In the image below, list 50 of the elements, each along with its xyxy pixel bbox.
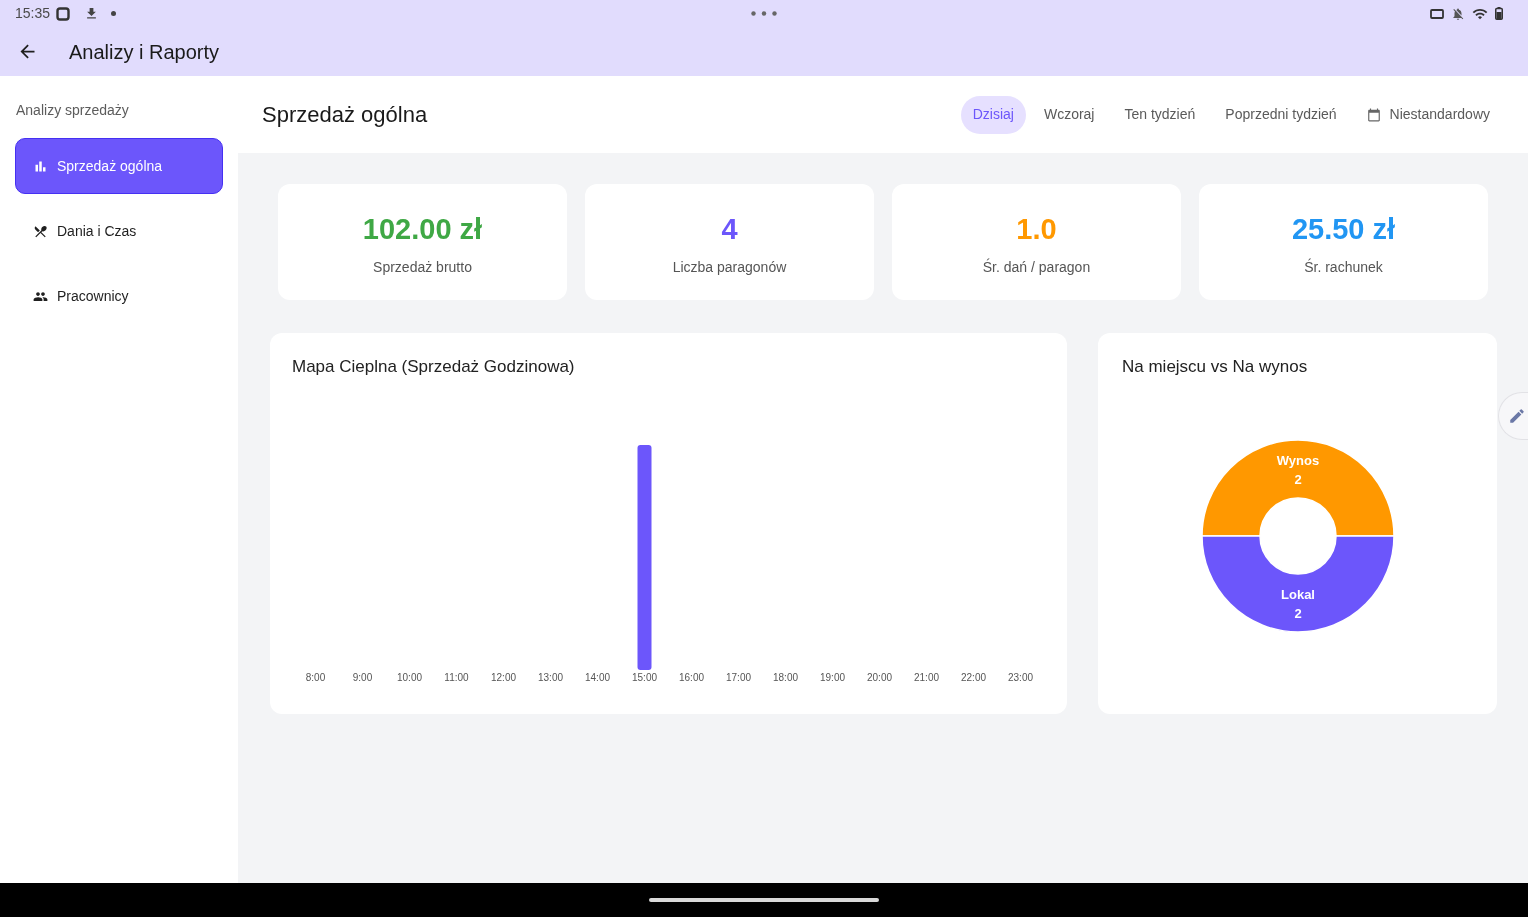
- axis-label: 16:00: [679, 672, 704, 684]
- chart-title: Na miejscu vs Na wynos: [1122, 356, 1309, 378]
- axis-label: 11:00: [444, 672, 469, 684]
- stat-label: Śr. dań / paragon: [982, 259, 1091, 276]
- axis-label: 18:00: [773, 672, 798, 684]
- stat-value: 102.00 zł: [362, 212, 483, 246]
- stat-label: Liczba paragonów: [672, 259, 787, 276]
- section-title: Analizy sprzedaży: [15, 101, 130, 120]
- date-tab[interactable]: Niestandardowy: [1354, 95, 1502, 134]
- sidebar-item[interactable]: Sprzedaż ogólna: [15, 138, 223, 194]
- app-title: Analizy i Raporty: [69, 39, 220, 65]
- stat-value: 25.50 zł: [1291, 212, 1396, 246]
- axis-label: 8:00: [305, 672, 326, 684]
- date-tab[interactable]: Ten tydzień: [1112, 95, 1208, 134]
- dot-icon: [111, 11, 117, 16]
- battery-icon: [1495, 7, 1503, 20]
- square-icon: [56, 6, 71, 21]
- chart-title: Mapa Cieplna (Sprzedaż Godzinowa): [292, 356, 576, 378]
- axis-label: 22:00: [961, 672, 986, 684]
- stat-value: 1.0: [1016, 212, 1057, 246]
- stat-value: 4: [721, 212, 738, 246]
- date-tab[interactable]: Dzisiaj: [960, 95, 1026, 134]
- date-tab[interactable]: Wczoraj: [1031, 95, 1107, 134]
- bell-off-icon: [1451, 6, 1465, 21]
- axis-label: 19:00: [820, 672, 845, 684]
- axis-label: 21:00: [914, 672, 939, 684]
- dots-icon: [751, 11, 777, 16]
- pencil-icon: [1508, 407, 1526, 425]
- axis-label: 20:00: [867, 672, 892, 684]
- axis-label: 10:00: [397, 672, 422, 684]
- axis-label: 14:00: [585, 672, 610, 684]
- gesture-handle[interactable]: [649, 898, 879, 902]
- axis-label: 9:00: [352, 672, 373, 684]
- screen-icon: [1430, 8, 1444, 19]
- slice-label: Wynos: [1276, 453, 1319, 468]
- page-title: Sprzedaż ogólna: [262, 101, 428, 129]
- stat-label: Sprzedaż brutto: [373, 259, 472, 276]
- slice-label: Lokal: [1280, 587, 1315, 602]
- status-time: 15:35: [15, 4, 51, 23]
- axis-label: 12:00: [491, 672, 516, 684]
- date-tab[interactable]: Poprzedni tydzień: [1213, 95, 1349, 134]
- slice-value: 2: [1293, 472, 1302, 487]
- stat-label: Śr. rachunek: [1304, 259, 1383, 276]
- calendar-icon: [1366, 107, 1381, 122]
- axis-label: 23:00: [1008, 672, 1033, 684]
- fork-spoon-icon: [33, 223, 48, 239]
- axis-label: 17:00: [726, 672, 751, 684]
- slice-value: 2: [1293, 606, 1302, 621]
- axis-label: 15:00: [632, 672, 657, 684]
- axis-label: 13:00: [538, 672, 563, 684]
